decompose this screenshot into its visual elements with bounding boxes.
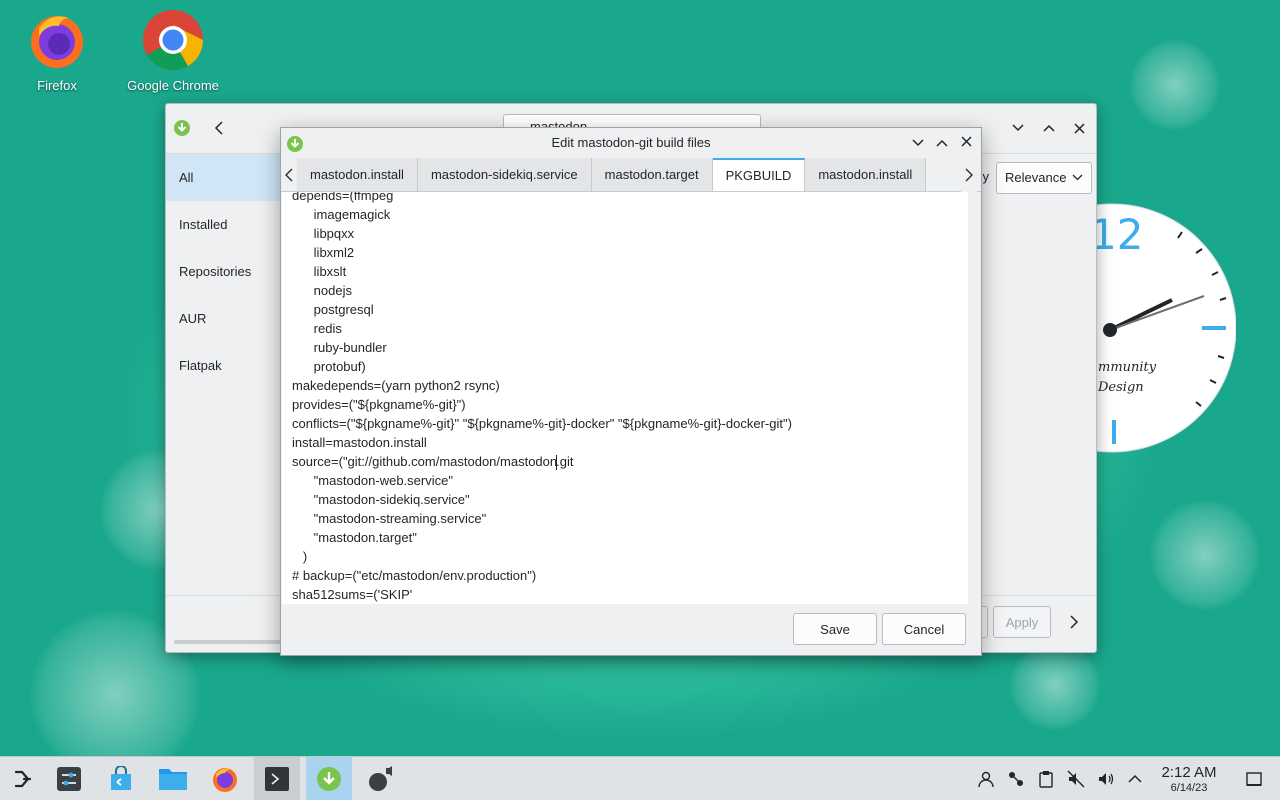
code-line: # backup=("etc/mastodon/env.production"): [292, 568, 537, 583]
close-button[interactable]: [1069, 118, 1089, 138]
tab-mastodon-install[interactable]: mastodon.install: [297, 158, 418, 191]
sidebar-item-aur[interactable]: AUR: [166, 295, 282, 342]
code-line: "mastodon-web.service": [292, 473, 453, 488]
file-manager-task[interactable]: [150, 757, 196, 800]
cancel-button[interactable]: Cancel: [882, 613, 966, 645]
dialog-footer: Save Cancel: [281, 603, 981, 655]
code-line: redis: [292, 321, 342, 336]
tab-bar: mastodon.install mastodon-sidekiq.servic…: [281, 158, 981, 192]
desktop-icon-chrome[interactable]: Google Chrome: [118, 8, 228, 93]
wallpaper-bokeh: [1010, 640, 1100, 730]
volume-icon[interactable]: [1096, 769, 1116, 789]
application-launcher-button[interactable]: [0, 757, 46, 800]
clipboard-icon[interactable]: [1036, 769, 1056, 789]
cancel-button-label: Cancel: [903, 621, 945, 637]
sidebar-item-repositories[interactable]: Repositories: [166, 248, 282, 295]
user-icon[interactable]: [976, 769, 996, 789]
konsole-task[interactable]: [254, 757, 300, 800]
sort-select[interactable]: Relevance: [996, 162, 1092, 194]
clock-hour-numeral: 12: [1090, 210, 1144, 259]
dialog-minimize-button[interactable]: [909, 128, 927, 158]
sort-select-value: Relevance: [1005, 170, 1067, 185]
code-line: libxslt: [292, 264, 347, 279]
desktop-icon-firefox[interactable]: Firefox: [2, 8, 112, 93]
discover-task[interactable]: [98, 757, 144, 800]
clock-text-line1: mmunity: [1098, 360, 1157, 375]
save-button-label: Save: [820, 621, 850, 637]
dialog-close-button[interactable]: [957, 128, 975, 158]
code-line: makedepends=(yarn python2 rsync): [292, 378, 500, 393]
code-line: libxml2: [292, 245, 355, 260]
code-line: sha512sums=('SKIP': [292, 587, 413, 602]
code-line: install=mastodon.install: [292, 435, 427, 450]
expand-tray-icon[interactable]: [1125, 769, 1145, 789]
audio-app-task[interactable]: [358, 757, 404, 800]
code-line: libpqxx: [292, 226, 355, 241]
desktop-icon-label: Firefox: [37, 78, 77, 93]
chrome-icon: [141, 8, 205, 72]
digital-clock[interactable]: 2:12 AM 6/14/23: [1152, 764, 1226, 795]
firefox-task[interactable]: [202, 757, 248, 800]
tab-scroll-left-button[interactable]: [281, 158, 297, 191]
dialog-titlebar: Edit mastodon-git build files: [281, 128, 981, 158]
sidebar-item-installed[interactable]: Installed: [166, 201, 282, 248]
chevron-right-icon[interactable]: [1069, 615, 1079, 632]
edit-build-files-dialog: Edit mastodon-git build files mastodon.i…: [280, 127, 982, 656]
tab-mastodon-sidekiq-service[interactable]: mastodon-sidekiq.service: [417, 158, 592, 191]
chevron-down-icon: [1072, 170, 1083, 187]
show-desktop-icon[interactable]: [1244, 769, 1264, 789]
wallpaper-bokeh: [1150, 500, 1260, 610]
text-cursor: [556, 455, 558, 471]
system-settings-task[interactable]: [46, 757, 92, 800]
code-line: depends=(ffmpeg: [292, 192, 394, 203]
back-button[interactable]: [210, 118, 230, 138]
clock-date: 6/14/23: [1170, 782, 1208, 794]
sidebar-item-flatpak[interactable]: Flatpak: [166, 342, 282, 389]
package-manager-task[interactable]: [306, 757, 352, 800]
code-line: "mastodon-streaming.service": [292, 511, 487, 526]
firefox-icon: [25, 8, 89, 72]
sidebar-item-all[interactable]: All: [166, 154, 282, 201]
code-line: imagemagick: [292, 207, 391, 222]
apply-button[interactable]: Apply: [993, 606, 1051, 638]
wallpaper-bokeh: [1130, 40, 1220, 130]
taskbar: 2:12 AM 6/14/23: [0, 756, 1280, 800]
code-line: "mastodon-sidekiq.service": [292, 492, 470, 507]
desktop-icon-label: Google Chrome: [127, 78, 219, 93]
tab-pkgbuild[interactable]: PKGBUILD: [712, 158, 806, 191]
apply-button-label: Apply: [1005, 614, 1039, 630]
code-editor[interactable]: depends=(ffmpeg imagemagick libpqxx libx…: [282, 192, 968, 604]
maximize-button[interactable]: [1039, 118, 1059, 138]
minimize-button[interactable]: [1008, 118, 1028, 138]
tab-mastodon-install-2[interactable]: mastodon.install: [805, 158, 927, 191]
code-line: ): [292, 549, 308, 564]
network-icon[interactable]: [1006, 769, 1026, 789]
dialog-maximize-button[interactable]: [933, 128, 951, 158]
app-icon: [172, 118, 192, 138]
code-line: source=("git://github.com/mastodon/masto…: [292, 454, 574, 471]
editor-vertical-scrollbar[interactable]: [969, 192, 981, 604]
code-line: ruby-bundler: [292, 340, 387, 355]
tab-scroll-right-button[interactable]: [961, 158, 977, 192]
audio-muted-icon[interactable]: [1066, 769, 1086, 789]
sidebar: All Installed Repositories AUR Flatpak: [166, 154, 282, 597]
code-line: nodejs: [292, 283, 352, 298]
code-line: provides=("${pkgname%-git}"): [292, 397, 466, 412]
tab-mastodon-target[interactable]: mastodon.target: [591, 158, 713, 191]
code-line: "mastodon.target": [292, 530, 417, 545]
save-button[interactable]: Save: [793, 613, 877, 645]
code-line: protobuf): [292, 359, 366, 374]
code-line: postgresql: [292, 302, 374, 317]
dialog-title: Edit mastodon-git build files: [551, 135, 711, 150]
code-line: conflicts=("${pkgname%-git}" "${pkgname%…: [292, 416, 792, 431]
clock-time: 2:12 AM: [1161, 764, 1217, 781]
clock-text-line2: Design: [1098, 380, 1144, 395]
